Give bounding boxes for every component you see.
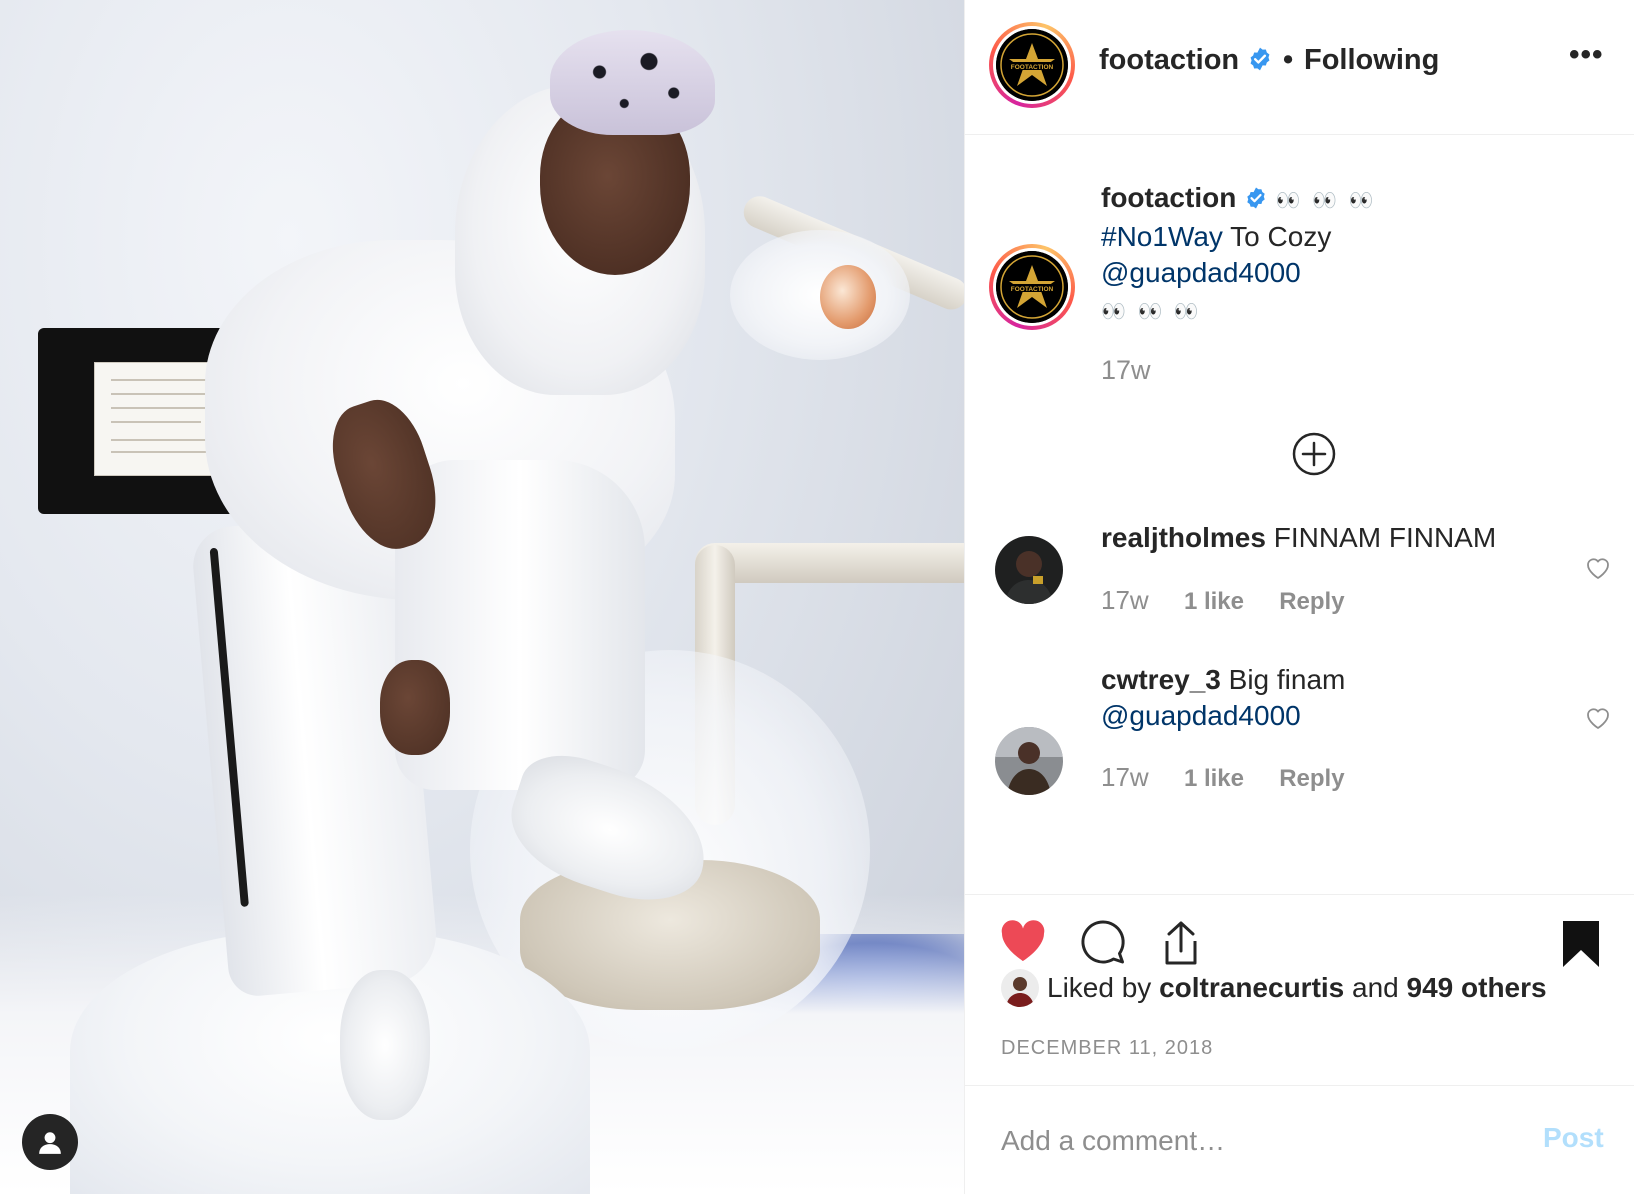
comment-bubble-icon[interactable] bbox=[1080, 919, 1126, 965]
comment-box: Post bbox=[965, 1085, 1634, 1196]
liker-avatar[interactable] bbox=[1001, 969, 1039, 1007]
caption-username[interactable]: footaction bbox=[1101, 182, 1236, 213]
liked-by-summary: Liked by coltranecurtis and 949 others bbox=[1001, 969, 1547, 1007]
more-options-icon[interactable]: ••• bbox=[1569, 38, 1604, 72]
heart-filled-icon[interactable] bbox=[999, 919, 1047, 963]
eyes-emoji-line-2: 👀 👀 👀 bbox=[1101, 301, 1202, 323]
comment-username[interactable]: realjtholmes bbox=[1101, 522, 1266, 553]
verified-badge-icon bbox=[1247, 187, 1265, 209]
header-separator: • bbox=[1283, 44, 1294, 76]
following-button[interactable]: Following bbox=[1304, 44, 1439, 77]
sneaker-left bbox=[340, 970, 430, 1120]
liked-by-user[interactable]: coltranecurtis bbox=[1159, 972, 1344, 1004]
post-date[interactable]: DECEMBER 11, 2018 bbox=[1001, 1037, 1213, 1060]
verified-badge-icon bbox=[1250, 47, 1270, 71]
comment-text: realjtholmes FINNAM FINNAM bbox=[1101, 520, 1496, 556]
lamp-bulb bbox=[820, 265, 876, 329]
liked-by-prefix: Liked by bbox=[1047, 972, 1152, 1003]
author-avatar[interactable]: FOOTACTION bbox=[996, 29, 1068, 101]
comment-avatar[interactable] bbox=[995, 727, 1063, 795]
bookmark-filled-icon[interactable] bbox=[1561, 919, 1601, 969]
comment-like-count[interactable]: 1 like bbox=[1184, 765, 1244, 793]
plus-circle-icon[interactable] bbox=[1292, 432, 1336, 476]
logo-text: FOOTACTION bbox=[1011, 64, 1054, 71]
eyes-emoji-line-1: 👀 👀 👀 bbox=[1275, 190, 1377, 212]
commenter-avatar-image bbox=[995, 727, 1063, 795]
model-durag bbox=[550, 30, 715, 135]
heart-outline-icon[interactable] bbox=[1585, 556, 1611, 580]
comment-reply-button[interactable]: Reply bbox=[1279, 765, 1344, 793]
post-photo[interactable] bbox=[0, 0, 964, 1194]
tagged-users-button[interactable] bbox=[22, 1114, 78, 1170]
caption-avatar[interactable]: FOOTACTION bbox=[996, 251, 1068, 323]
comment-like-count[interactable]: 1 like bbox=[1184, 588, 1244, 616]
liked-by-others[interactable]: 949 others bbox=[1407, 972, 1547, 1004]
author-avatar-ring[interactable]: FOOTACTION bbox=[989, 22, 1075, 108]
footaction-logo-icon: FOOTACTION bbox=[996, 29, 1068, 101]
hashtag-link[interactable]: #No1Way bbox=[1101, 221, 1223, 252]
liked-by-and: and bbox=[1352, 972, 1399, 1003]
post-actions: Liked by coltranecurtis and 949 others D… bbox=[965, 894, 1634, 1195]
comment-username[interactable]: cwtrey_3 bbox=[1101, 664, 1221, 695]
comment-reply-button[interactable]: Reply bbox=[1279, 588, 1344, 616]
mention-link[interactable]: @guapdad4000 bbox=[1101, 700, 1301, 731]
comment-meta: 17w 1 like Reply bbox=[1101, 762, 1373, 793]
comment-avatar[interactable] bbox=[995, 536, 1063, 604]
footaction-logo-icon: FOOTACTION bbox=[996, 251, 1068, 323]
liker-avatar-image bbox=[1001, 969, 1039, 1007]
post-side-panel: FOOTACTION footaction • Following ••• FO… bbox=[964, 0, 1634, 1195]
author-username[interactable]: footaction bbox=[1099, 44, 1273, 77]
comments-scroll-fade bbox=[965, 870, 1634, 894]
caption-body: To Cozy bbox=[1222, 221, 1332, 252]
comment-body: FINNAM FINNAM bbox=[1273, 522, 1497, 553]
caption-text: footaction 👀 👀 👀 #No1Way To Cozy @guapda… bbox=[1101, 180, 1601, 330]
logo-text: FOOTACTION bbox=[1011, 286, 1054, 293]
author-username-text[interactable]: footaction bbox=[1099, 44, 1239, 76]
user-silhouette-icon bbox=[39, 1132, 61, 1154]
share-upload-icon[interactable] bbox=[1159, 919, 1203, 967]
caption-timestamp[interactable]: 17w bbox=[1101, 355, 1151, 386]
comment-timestamp[interactable]: 17w bbox=[1101, 762, 1149, 793]
heart-outline-icon[interactable] bbox=[1585, 706, 1611, 730]
comment-timestamp[interactable]: 17w bbox=[1101, 585, 1149, 616]
comment-input[interactable] bbox=[999, 1120, 1503, 1162]
commenter-avatar-image bbox=[995, 536, 1063, 604]
post-comment-button[interactable]: Post bbox=[1543, 1122, 1604, 1154]
model-hand-lower bbox=[380, 660, 450, 755]
comment-text: cwtrey_3 Big finam @guapdad4000 bbox=[1101, 662, 1345, 734]
comment-meta: 17w 1 like Reply bbox=[1101, 585, 1373, 616]
comment-body: Big finam bbox=[1228, 664, 1346, 695]
caption-avatar-ring[interactable]: FOOTACTION bbox=[989, 244, 1075, 330]
chair-pipe-top bbox=[695, 543, 964, 583]
mention-link[interactable]: @guapdad4000 bbox=[1101, 257, 1301, 288]
post-header: FOOTACTION footaction • Following ••• bbox=[965, 0, 1634, 135]
